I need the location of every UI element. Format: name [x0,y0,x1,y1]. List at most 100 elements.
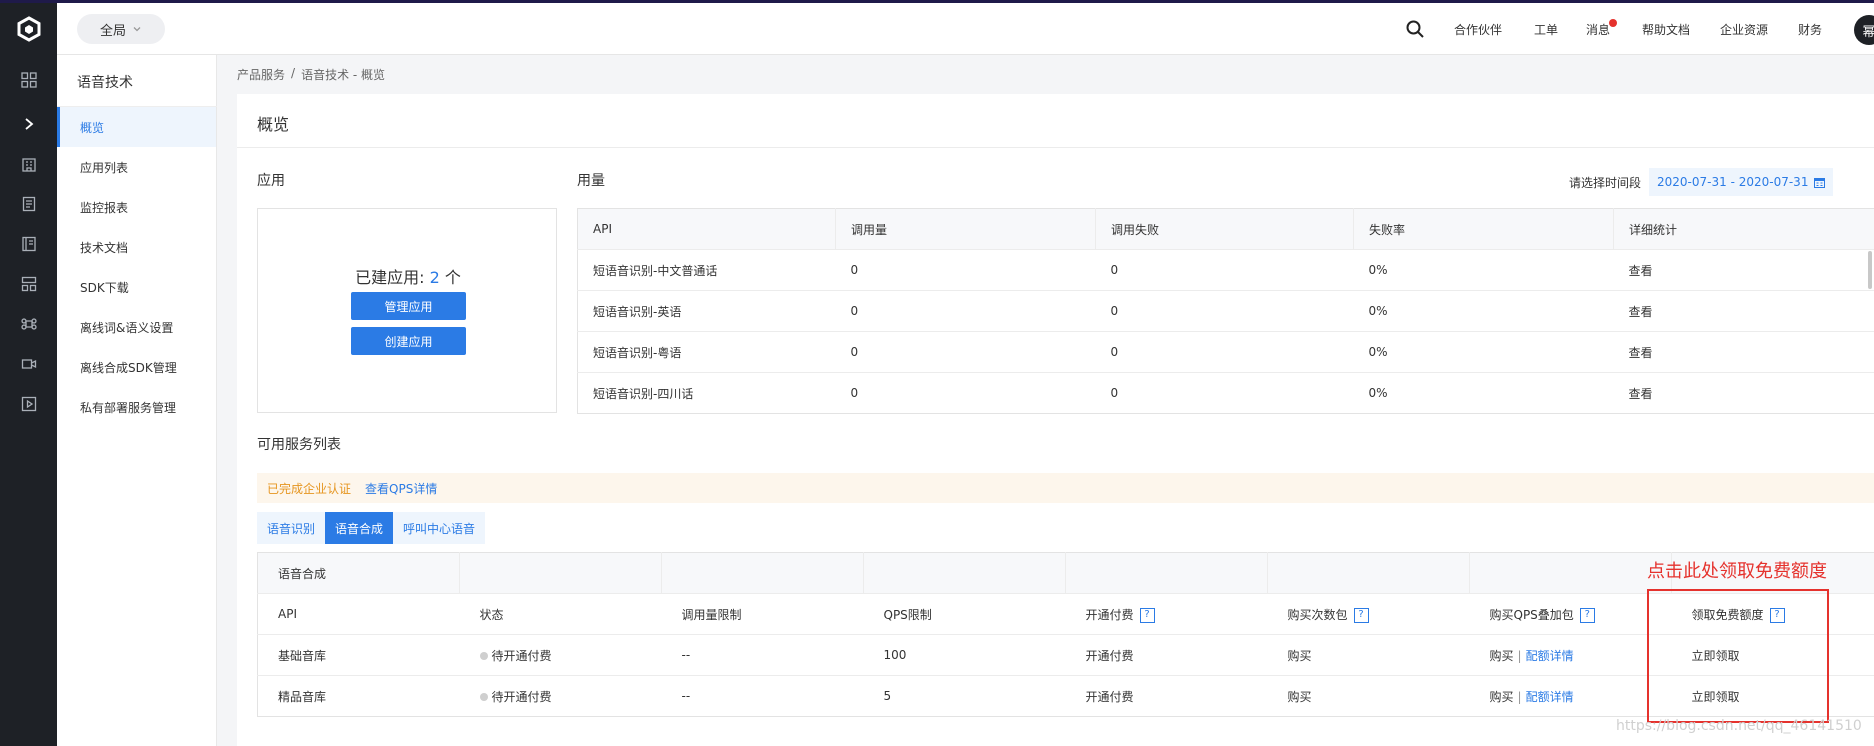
nav-finance[interactable]: 财务 [1798,3,1822,55]
title-divider [237,147,1874,148]
sidebar-item-offline-words[interactable]: 离线词&语义设置 [57,307,216,347]
nav-tickets[interactable]: 工单 [1534,3,1558,55]
tab-speech-synthesis[interactable]: 语音合成 [325,512,394,544]
usage-header-row: API 调用量 调用失败 失败率 详细统计 [577,208,1874,250]
usage-col-failure-rate: 失败率 [1353,208,1614,250]
nav-help-docs[interactable]: 帮助文档 [1642,3,1690,55]
nav-enterprise-resources[interactable]: 企业资源 [1720,3,1768,55]
cloud-logo-icon[interactable] [0,3,57,55]
view-details-link[interactable]: 查看 [1613,249,1874,291]
svc-cell-limit: -- [661,634,864,676]
apps-icon[interactable] [0,264,57,304]
apps-created-count: 已建应用: 2 个 [258,264,558,288]
usage-cell-calls: 0 [835,249,1096,291]
command-icon[interactable] [0,304,57,344]
sidebar-item-app-list[interactable]: 应用列表 [57,147,216,187]
usage-cell-failures: 0 [1095,372,1354,414]
date-range-label: 请选择时间段 [1569,175,1642,190]
apps-summary-box: 已建应用: 2 个 管理应用 创建应用 [257,208,557,413]
apps-created-prefix: 已建应用: [355,268,430,287]
apps-count-number: 2 [429,268,440,287]
status-text: 待开通付费 [491,689,552,704]
qps-details-link[interactable]: 查看QPS详情 [365,480,437,497]
status-dot [479,652,488,660]
sidebar-item-monitor-report[interactable]: 监控报表 [57,187,216,227]
usage-cell-api: 短语音识别-四川话 [577,372,836,414]
verified-status-text: 已完成企业认证 [267,481,352,496]
help-question-icon[interactable]: ? [1139,607,1155,623]
building-icon[interactable] [0,144,57,184]
buy-qps-text[interactable]: 购买 [1490,649,1514,663]
sidebar-item-sdk-download[interactable]: SDK下载 [57,267,216,307]
document-icon[interactable] [0,184,57,224]
buy-pack-link[interactable]: 购买 [1267,634,1470,676]
view-details-link[interactable]: 查看 [1613,372,1874,414]
search-icon[interactable] [1405,3,1425,55]
buy-qps-text[interactable]: 购买 [1490,690,1514,704]
date-range-picker[interactable]: 2020-07-31 - 2020-07-31 [1649,168,1834,196]
svc-col-call-limit: 调用量限制 [661,593,864,635]
view-details-link[interactable]: 查看 [1613,290,1874,332]
view-details-link[interactable]: 查看 [1613,331,1874,373]
sidebar-item-private-deploy[interactable]: 私有部署服务管理 [57,387,216,427]
services-section-title: 可用服务列表 [257,437,341,453]
svc-cell-qps-pack: 购买 | 配额详情 [1469,675,1672,717]
group-cell [661,552,864,594]
usage-cell-api: 短语音识别-粤语 [577,331,836,373]
group-cell [863,552,1066,594]
activate-payment-link[interactable]: 开通付费 [1065,675,1268,717]
sidebar-title: 语音技术 [77,75,133,91]
message-badge [1609,19,1617,27]
svc-cell-qps-pack: 购买 | 配额详情 [1469,634,1672,676]
play-icon[interactable] [0,384,57,424]
overview-card: 概览 应用 已建应用: 2 个 管理应用 创建应用 用量 请选择时间段 2020… [237,94,1874,746]
video-camera-icon[interactable] [0,344,57,384]
table-row: 精品音库 待开通付费 -- 5 开通付费 购买 购买 | 配额详情 立即领取 [257,675,1874,717]
usage-cell-failures: 0 [1095,331,1354,373]
usage-scrollbar[interactable] [1868,251,1872,289]
nav-partners[interactable]: 合作伙伴 [1454,3,1502,55]
svc-cell-status: 待开通付费 [459,634,662,676]
group-cell [459,552,662,594]
svc-col-buy-pack-label: 购买次数包 [1287,607,1348,622]
page-title: 概览 [257,115,290,134]
expand-chevron-icon[interactable] [0,104,57,144]
sidebar-item-offline-tts-sdk[interactable]: 离线合成SDK管理 [57,347,216,387]
buy-pack-link[interactable]: 购买 [1267,675,1470,717]
date-range-selector: 请选择时间段 2020-07-31 - 2020-07-31 [1569,168,1834,196]
usage-cell-failures: 0 [1095,249,1354,291]
date-range-value: 2020-07-31 - 2020-07-31 [1657,175,1809,189]
quota-details-link[interactable]: 配额详情 [1526,649,1574,663]
avatar[interactable]: 幂 [1854,15,1874,45]
help-question-icon[interactable]: ? [1579,607,1595,623]
help-question-icon[interactable]: ? [1353,607,1369,623]
nav-messages[interactable]: 消息 [1586,3,1610,55]
group-title: 语音合成 [257,552,460,594]
usage-col-api: API [577,208,836,250]
activate-payment-link[interactable]: 开通付费 [1065,634,1268,676]
table-row: 短语音识别-英语 0 0 0% 查看 [577,290,1874,332]
sidebar-item-tech-docs[interactable]: 技术文档 [57,227,216,267]
manage-apps-button[interactable]: 管理应用 [351,292,466,320]
breadcrumb-root[interactable]: 产品服务 [237,66,285,83]
usage-cell-rate: 0% [1353,290,1614,332]
svc-cell-limit: -- [661,675,864,717]
dashboard-grid-icon[interactable] [0,60,57,100]
group-cell [1065,552,1268,594]
usage-cell-api: 短语音识别-中文普通话 [577,249,836,291]
tab-speech-recognition[interactable]: 语音识别 [257,512,326,544]
services-table: 语音合成 API 状态 调用量限制 QPS限制 开通付费? 购买次数包? 购买Q… [257,552,1874,717]
sidebar-item-overview[interactable]: 概览 [57,107,216,147]
create-app-button[interactable]: 创建应用 [351,327,466,355]
database-icon[interactable] [0,224,57,264]
breadcrumb-separator: / [291,66,296,80]
usage-cell-calls: 0 [835,372,1096,414]
scope-selector[interactable]: 全局 [77,14,165,44]
quota-details-link[interactable]: 配额详情 [1526,690,1574,704]
usage-cell-calls: 0 [835,290,1096,332]
svc-col-qps-limit: QPS限制 [863,593,1066,635]
svc-col-qps-pack-label: 购买QPS叠加包 [1489,607,1574,622]
tab-call-center[interactable]: 呼叫中心语音 [393,512,486,544]
separator: | [1517,648,1522,663]
usage-table: API 调用量 调用失败 失败率 详细统计 短语音识别-中文普通话 0 0 0%… [577,208,1874,414]
